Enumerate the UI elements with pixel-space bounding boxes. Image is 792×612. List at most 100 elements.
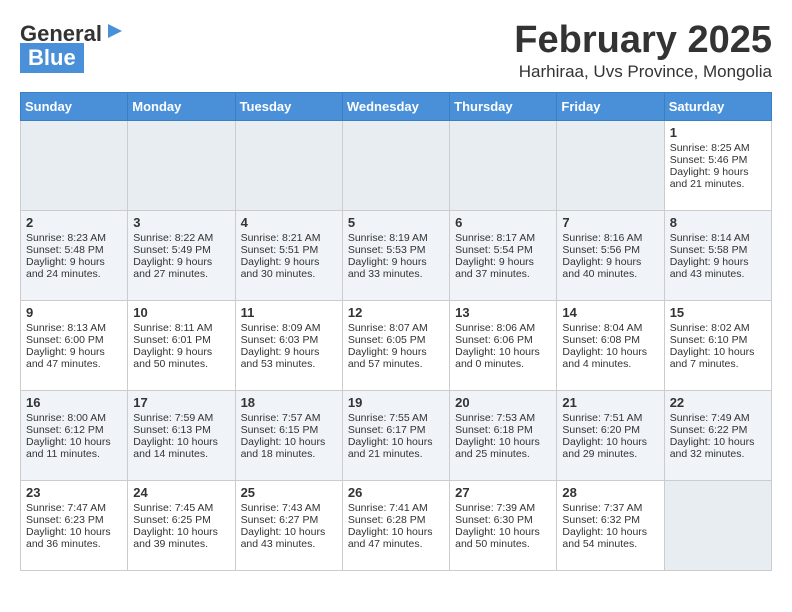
cell-text: Sunrise: 7:57 AM bbox=[241, 412, 337, 424]
weekday-header: Saturday bbox=[664, 92, 771, 120]
cell-text: Sunset: 6:01 PM bbox=[133, 334, 229, 346]
cell-text: Sunset: 6:25 PM bbox=[133, 514, 229, 526]
cell-text: Sunrise: 8:21 AM bbox=[241, 232, 337, 244]
logo-blue: Blue bbox=[20, 43, 84, 73]
cell-text: Sunrise: 8:00 AM bbox=[26, 412, 122, 424]
cell-text: Sunrise: 7:41 AM bbox=[348, 502, 444, 514]
cell-text: Daylight: 9 hours and 24 minutes. bbox=[26, 256, 122, 280]
cell-text: Daylight: 10 hours and 7 minutes. bbox=[670, 346, 766, 370]
day-number: 23 bbox=[26, 485, 122, 500]
calendar-cell: 21Sunrise: 7:51 AMSunset: 6:20 PMDayligh… bbox=[557, 390, 664, 480]
day-number: 14 bbox=[562, 305, 658, 320]
calendar-cell: 24 Sunrise: 7:45 AMSunset: 6:25 PMDayligh… bbox=[128, 480, 235, 570]
day-number: 10 bbox=[133, 305, 229, 320]
cell-text: Daylight: 9 hours and 21 minutes. bbox=[670, 166, 766, 190]
day-number: 1 bbox=[670, 125, 766, 140]
cell-text: Sunset: 6:27 PM bbox=[241, 514, 337, 526]
cell-text: Sunset: 6:10 PM bbox=[670, 334, 766, 346]
calendar-cell: 5Sunrise: 8:19 AMSunset: 5:53 PMDaylight… bbox=[342, 210, 449, 300]
cell-text: Daylight: 10 hours and 11 minutes. bbox=[26, 436, 122, 460]
day-number: 25 bbox=[241, 485, 337, 500]
cell-text: Sunrise: 7:47 AM bbox=[26, 502, 122, 514]
day-number: 15 bbox=[670, 305, 766, 320]
weekday-header: Thursday bbox=[450, 92, 557, 120]
cell-text: Sunrise: 7:55 AM bbox=[348, 412, 444, 424]
cell-text: Sunrise: 8:02 AM bbox=[670, 322, 766, 334]
calendar-cell bbox=[21, 120, 128, 210]
calendar-cell bbox=[664, 480, 771, 570]
calendar-cell: 1Sunrise: 8:25 AMSunset: 5:46 PMDaylight… bbox=[664, 120, 771, 210]
cell-text: Sunset: 6:30 PM bbox=[455, 514, 551, 526]
cell-text: Sunset: 6:28 PM bbox=[348, 514, 444, 526]
calendar-cell: 9Sunrise: 8:13 AMSunset: 6:00 PMDaylight… bbox=[21, 300, 128, 390]
cell-text: Daylight: 10 hours and 43 minutes. bbox=[241, 526, 337, 550]
cell-text: Sunset: 6:20 PM bbox=[562, 424, 658, 436]
day-number: 11 bbox=[241, 305, 337, 320]
cell-text: Sunrise: 7:59 AM bbox=[133, 412, 229, 424]
cell-text: Sunrise: 8:06 AM bbox=[455, 322, 551, 334]
day-number: 12 bbox=[348, 305, 444, 320]
calendar-cell bbox=[450, 120, 557, 210]
cell-text: Daylight: 10 hours and 47 minutes. bbox=[348, 526, 444, 550]
calendar-row: 1Sunrise: 8:25 AMSunset: 5:46 PMDaylight… bbox=[21, 120, 772, 210]
calendar-cell bbox=[557, 120, 664, 210]
cell-text: Daylight: 10 hours and 39 minutes. bbox=[133, 526, 229, 550]
cell-text: Sunrise: 7:37 AM bbox=[562, 502, 658, 514]
calendar-cell: 7Sunrise: 8:16 AMSunset: 5:56 PMDaylight… bbox=[557, 210, 664, 300]
day-number: 28 bbox=[562, 485, 658, 500]
cell-text: Sunrise: 8:07 AM bbox=[348, 322, 444, 334]
calendar-cell: 25Sunrise: 7:43 AMSunset: 6:27 PMDayligh… bbox=[235, 480, 342, 570]
cell-text: Sunset: 5:58 PM bbox=[670, 244, 766, 256]
cell-text: Sunrise: 8:22 AM bbox=[133, 232, 229, 244]
month-title: February 2025 bbox=[514, 20, 772, 62]
cell-text: Daylight: 9 hours and 30 minutes. bbox=[241, 256, 337, 280]
cell-text: Sunset: 6:22 PM bbox=[670, 424, 766, 436]
calendar-cell: 10Sunrise: 8:11 AMSunset: 6:01 PMDayligh… bbox=[128, 300, 235, 390]
calendar-cell bbox=[342, 120, 449, 210]
weekday-header: Monday bbox=[128, 92, 235, 120]
cell-text: Daylight: 9 hours and 33 minutes. bbox=[348, 256, 444, 280]
calendar-cell bbox=[128, 120, 235, 210]
weekday-header: Wednesday bbox=[342, 92, 449, 120]
day-number: 17 bbox=[133, 395, 229, 410]
day-number: 18 bbox=[241, 395, 337, 410]
day-number: 22 bbox=[670, 395, 766, 410]
calendar-cell: 26Sunrise: 7:41 AMSunset: 6:28 PMDayligh… bbox=[342, 480, 449, 570]
day-number: 9 bbox=[26, 305, 122, 320]
page-header: General Blue February 2025 Harhiraa, Uvs… bbox=[20, 20, 772, 82]
cell-text: Sunset: 6:03 PM bbox=[241, 334, 337, 346]
calendar-row: 9Sunrise: 8:13 AMSunset: 6:00 PMDaylight… bbox=[21, 300, 772, 390]
calendar-cell: 2Sunrise: 8:23 AMSunset: 5:48 PMDaylight… bbox=[21, 210, 128, 300]
cell-text: Sunrise: 7:49 AM bbox=[670, 412, 766, 424]
calendar-header-row: SundayMondayTuesdayWednesdayThursdayFrid… bbox=[21, 92, 772, 120]
calendar-cell: 20Sunrise: 7:53 AMSunset: 6:18 PMDayligh… bbox=[450, 390, 557, 480]
calendar-cell: 15 Sunrise: 8:02 AMSunset: 6:10 PMDayligh… bbox=[664, 300, 771, 390]
cell-text: Daylight: 9 hours and 37 minutes. bbox=[455, 256, 551, 280]
cell-text: Sunset: 6:08 PM bbox=[562, 334, 658, 346]
day-number: 5 bbox=[348, 215, 444, 230]
cell-text: Daylight: 9 hours and 57 minutes. bbox=[348, 346, 444, 370]
cell-text: Sunrise: 8:17 AM bbox=[455, 232, 551, 244]
day-number: 2 bbox=[26, 215, 122, 230]
cell-text: Daylight: 9 hours and 40 minutes. bbox=[562, 256, 658, 280]
cell-text: Sunset: 6:12 PM bbox=[26, 424, 122, 436]
cell-text: Daylight: 10 hours and 4 minutes. bbox=[562, 346, 658, 370]
cell-text: Daylight: 9 hours and 53 minutes. bbox=[241, 346, 337, 370]
cell-text: Daylight: 10 hours and 29 minutes. bbox=[562, 436, 658, 460]
day-number: 20 bbox=[455, 395, 551, 410]
cell-text: Sunset: 5:46 PM bbox=[670, 154, 766, 166]
day-number: 19 bbox=[348, 395, 444, 410]
cell-text: Sunrise: 8:09 AM bbox=[241, 322, 337, 334]
day-number: 6 bbox=[455, 215, 551, 230]
cell-text: Sunset: 6:17 PM bbox=[348, 424, 444, 436]
cell-text: Daylight: 10 hours and 36 minutes. bbox=[26, 526, 122, 550]
cell-text: Sunset: 5:51 PM bbox=[241, 244, 337, 256]
calendar-cell: 19Sunrise: 7:55 AMSunset: 6:17 PMDayligh… bbox=[342, 390, 449, 480]
day-number: 13 bbox=[455, 305, 551, 320]
day-number: 24 bbox=[133, 485, 229, 500]
calendar-cell: 18Sunrise: 7:57 AMSunset: 6:15 PMDayligh… bbox=[235, 390, 342, 480]
cell-text: Daylight: 10 hours and 25 minutes. bbox=[455, 436, 551, 460]
cell-text: Sunrise: 7:45 AM bbox=[133, 502, 229, 514]
calendar-cell: 13Sunrise: 8:06 AMSunset: 6:06 PMDayligh… bbox=[450, 300, 557, 390]
logo: General Blue bbox=[20, 20, 126, 73]
